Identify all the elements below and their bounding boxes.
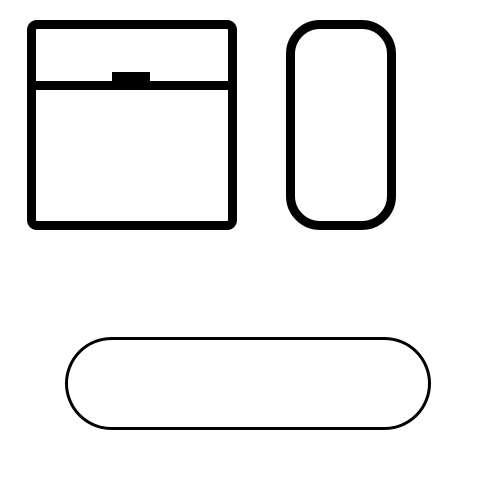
- wide-capsule-shape: [65, 337, 431, 430]
- canvas: [0, 0, 500, 500]
- lid-handle: [112, 72, 150, 82]
- lidded-box-shape: [27, 20, 237, 230]
- tall-rounded-rectangle-shape: [286, 20, 396, 230]
- lid-divider-line: [36, 81, 228, 90]
